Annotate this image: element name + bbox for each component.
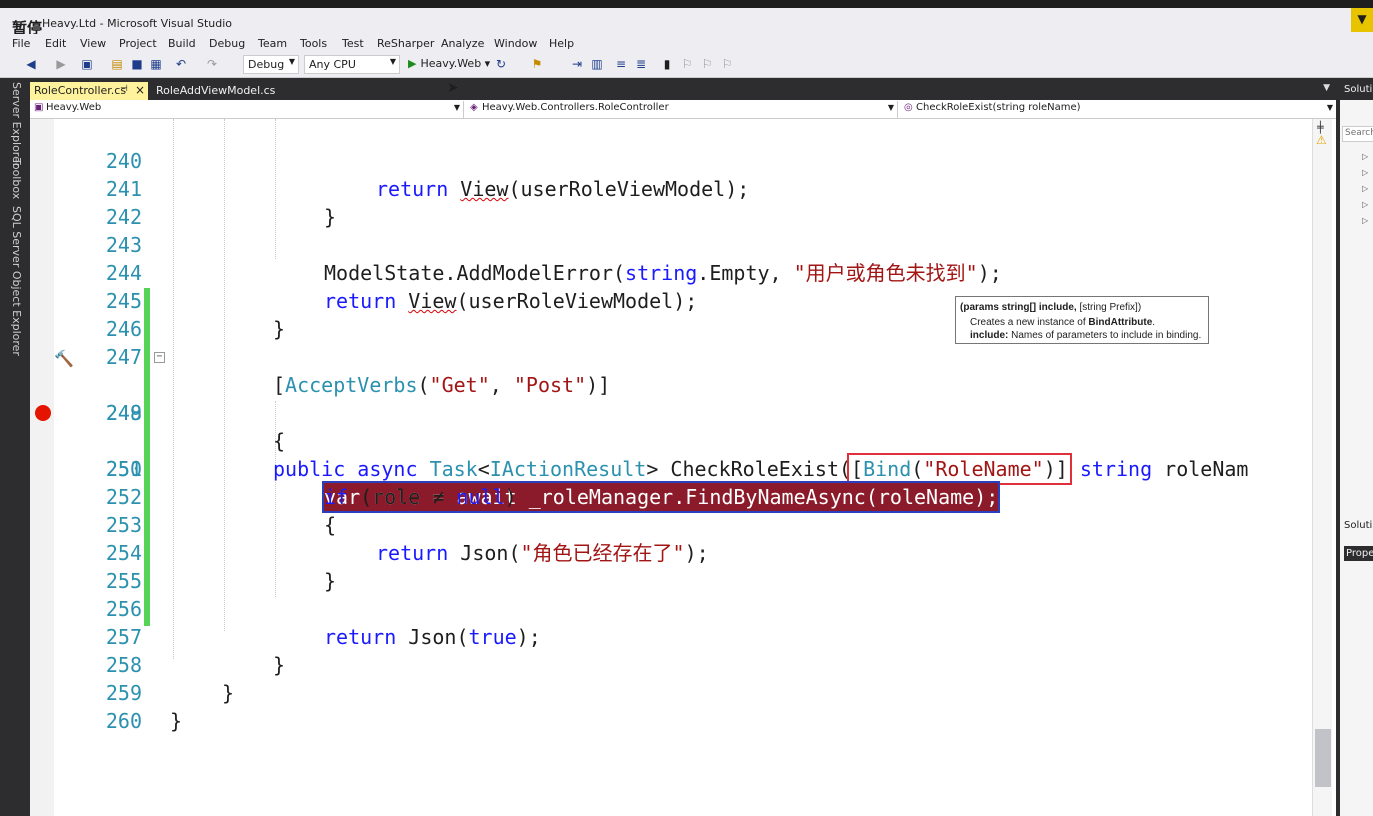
code-line: 254 } — [105, 541, 337, 593]
bookmark-icon[interactable]: ▮ — [660, 57, 674, 71]
properties-title[interactable]: Prope — [1344, 546, 1373, 561]
toolbar: ◀ ▶ ▣ ▤ ■ ▦ ↶ ↷ Debug ▼ Any CPU ▼ ▶ Heavy.W… — [0, 52, 1373, 78]
side-tab-toolbox[interactable]: Toolbox — [10, 158, 23, 199]
side-tab-server-explorer[interactable]: Server Explorer — [10, 82, 23, 167]
uncomment-icon[interactable]: ≣ — [634, 57, 648, 71]
back-icon[interactable]: ◀ — [24, 57, 38, 71]
menu-bar: File Edit View Project Build Debug Team … — [0, 34, 1373, 52]
solution-tab-label[interactable]: Soluti — [1344, 520, 1372, 531]
menu-window[interactable]: Window — [494, 37, 537, 50]
play-icon: ▶ — [408, 57, 417, 70]
solution-explorer-pane: Soluti Search ▷ ▷ ▷ ▷ ▷ Soluti Prope — [1336, 80, 1373, 816]
class-icon: ◈ — [470, 102, 478, 113]
code-editor[interactable]: 240 return View(userRoleViewModel); 241 … — [30, 119, 1336, 816]
document-tabstrip: RoleController.cs ⊣ × RoleAddViewModel.c… — [30, 80, 1336, 100]
code-line: 241 } — [105, 177, 337, 229]
code-line: 259 } — [105, 681, 183, 733]
tree-expand-icon[interactable]: ▷ — [1362, 200, 1368, 209]
notification-flag-icon[interactable]: ▼ — [1351, 8, 1373, 32]
save-icon[interactable]: ■ — [130, 57, 144, 71]
tree-expand-icon[interactable]: ▷ — [1362, 152, 1368, 161]
collapse-toggle-icon[interactable]: − — [154, 352, 165, 363]
window-title: Heavy.Ltd - Microsoft Visual Studio — [42, 17, 233, 30]
menu-tools[interactable]: Tools — [300, 37, 327, 50]
side-tab-sql-explorer[interactable]: SQL Server Object Explorer — [10, 206, 23, 356]
code-line: 240 return View(userRoleViewModel); — [105, 149, 750, 201]
left-tool-rail: Server Explorer Toolbox SQL Server Objec… — [0, 78, 30, 816]
tab-roleaddviewmodel[interactable]: RoleAddViewModel.cs — [152, 82, 292, 100]
member-dropdown[interactable]: ◎ CheckRoleExist(string roleName) ▼ — [900, 101, 1336, 118]
pin-icon[interactable]: ⊣ — [120, 84, 128, 94]
clear-bookmarks-icon[interactable]: ⚐ — [720, 57, 734, 71]
tab-rolecontroller[interactable]: RoleController.cs ⊣ × — [30, 82, 148, 100]
solution-platform-select[interactable]: Any CPU ▼ — [304, 55, 400, 74]
code-line: 245 } — [105, 289, 286, 341]
breakpoint-icon[interactable] — [35, 405, 51, 421]
solution-search-input[interactable]: Search — [1342, 126, 1373, 142]
menu-help[interactable]: Help — [549, 37, 574, 50]
vertical-scrollbar[interactable]: ╪ ⚠ — [1312, 119, 1332, 816]
code-line: 258 } — [105, 653, 235, 705]
menu-build[interactable]: Build — [168, 37, 196, 50]
comment-icon[interactable]: ≡ — [614, 57, 628, 71]
forward-icon[interactable]: ▶ — [54, 57, 68, 71]
menu-edit[interactable]: Edit — [45, 37, 66, 50]
close-icon[interactable]: × — [135, 83, 145, 97]
menu-team[interactable]: Team — [258, 37, 287, 50]
save-all-icon[interactable]: ▦ — [149, 57, 163, 71]
code-line: 257 } — [105, 625, 286, 677]
project-dropdown[interactable]: ▣ Heavy.Web ▼ — [30, 101, 464, 118]
title-bar: 暂停 Heavy.Ltd - Microsoft Visual Studio ▼ — [0, 8, 1373, 37]
menu-analyze[interactable]: Analyze — [441, 37, 484, 50]
start-button[interactable]: ▶ Heavy.Web ▾ — [408, 57, 490, 70]
menu-debug[interactable]: Debug — [209, 37, 245, 50]
solution-explorer-title[interactable]: Soluti — [1340, 80, 1373, 100]
menu-view[interactable]: View — [80, 37, 106, 50]
code-line: 255 — [105, 569, 142, 593]
open-file-icon[interactable]: ▤ — [110, 57, 124, 71]
menu-test[interactable]: Test — [342, 37, 364, 50]
solution-config-select[interactable]: Debug ▼ — [243, 55, 299, 74]
redo-icon[interactable]: ↷ — [205, 57, 219, 71]
tooltip-param: include: Names of parameters to include … — [970, 330, 1202, 341]
code-line: 244 return View(userRoleViewModel); — [105, 261, 698, 313]
tree-expand-icon[interactable]: ▷ — [1362, 168, 1368, 177]
code-line: 242 — [105, 205, 142, 229]
undo-icon[interactable]: ↶ — [174, 57, 188, 71]
code-line: 252 { — [105, 485, 337, 537]
tree-expand-icon[interactable]: ▷ — [1362, 216, 1368, 225]
code-line: 250 var role = await _roleManager.FindBy… — [30, 399, 1310, 513]
prev-bookmark-icon[interactable]: ⚐ — [680, 57, 694, 71]
code-line: 251 if (role ≠ null) — [105, 457, 517, 509]
code-line: 253 return Json("角色已经存在了"); — [105, 513, 709, 565]
find-icon[interactable]: ⚑ — [530, 57, 544, 71]
code-line: 260 — [105, 709, 142, 733]
type-dropdown[interactable]: ◈ Heavy.Web.Controllers.RoleController ▼ — [466, 101, 898, 118]
os-top-strip — [0, 0, 1373, 8]
navigation-bar: ▣ Heavy.Web ▼ ◈ Heavy.Web.Controllers.RoleC… — [30, 100, 1336, 119]
code-line: 249 { — [105, 401, 286, 453]
project-icon: ▣ — [34, 102, 44, 113]
scrollbar-thumb[interactable] — [1315, 729, 1331, 787]
tree-expand-icon[interactable]: ▷ — [1362, 184, 1368, 193]
menu-resharper[interactable]: ReSharper — [377, 37, 434, 50]
step-icon[interactable]: ⇥ — [570, 57, 584, 71]
tooltip-description: Creates a new instance of BindAttribute. — [970, 317, 1156, 328]
quick-action-hammer-icon[interactable]: 🔨 — [54, 345, 74, 373]
layout-icon[interactable]: ▥ — [590, 57, 604, 71]
refresh-icon[interactable]: ↻ — [494, 57, 508, 71]
code-line: 256 return Json(true); — [105, 597, 541, 649]
warning-icon[interactable]: ⚠ — [1316, 133, 1327, 147]
code-line: 243 ModelState.AddModelError(string.Empt… — [105, 233, 1002, 285]
tab-list-dropdown-icon[interactable]: ▼ — [1323, 83, 1330, 93]
next-bookmark-icon[interactable]: ⚐ — [700, 57, 714, 71]
mouse-cursor-icon: ➤ — [447, 80, 459, 96]
parameter-info-tooltip: (params string[] include, [string Prefix… — [955, 296, 1209, 344]
method-icon: ◎ — [904, 102, 913, 113]
code-line: 🔨 248 − public async Task<IActionResult>… — [30, 343, 1310, 485]
new-project-icon[interactable]: ▣ — [80, 57, 94, 71]
menu-project[interactable]: Project — [119, 37, 157, 50]
menu-file[interactable]: File — [12, 37, 30, 50]
tooltip-signature: (params string[] include, [string Prefix… — [960, 302, 1142, 313]
